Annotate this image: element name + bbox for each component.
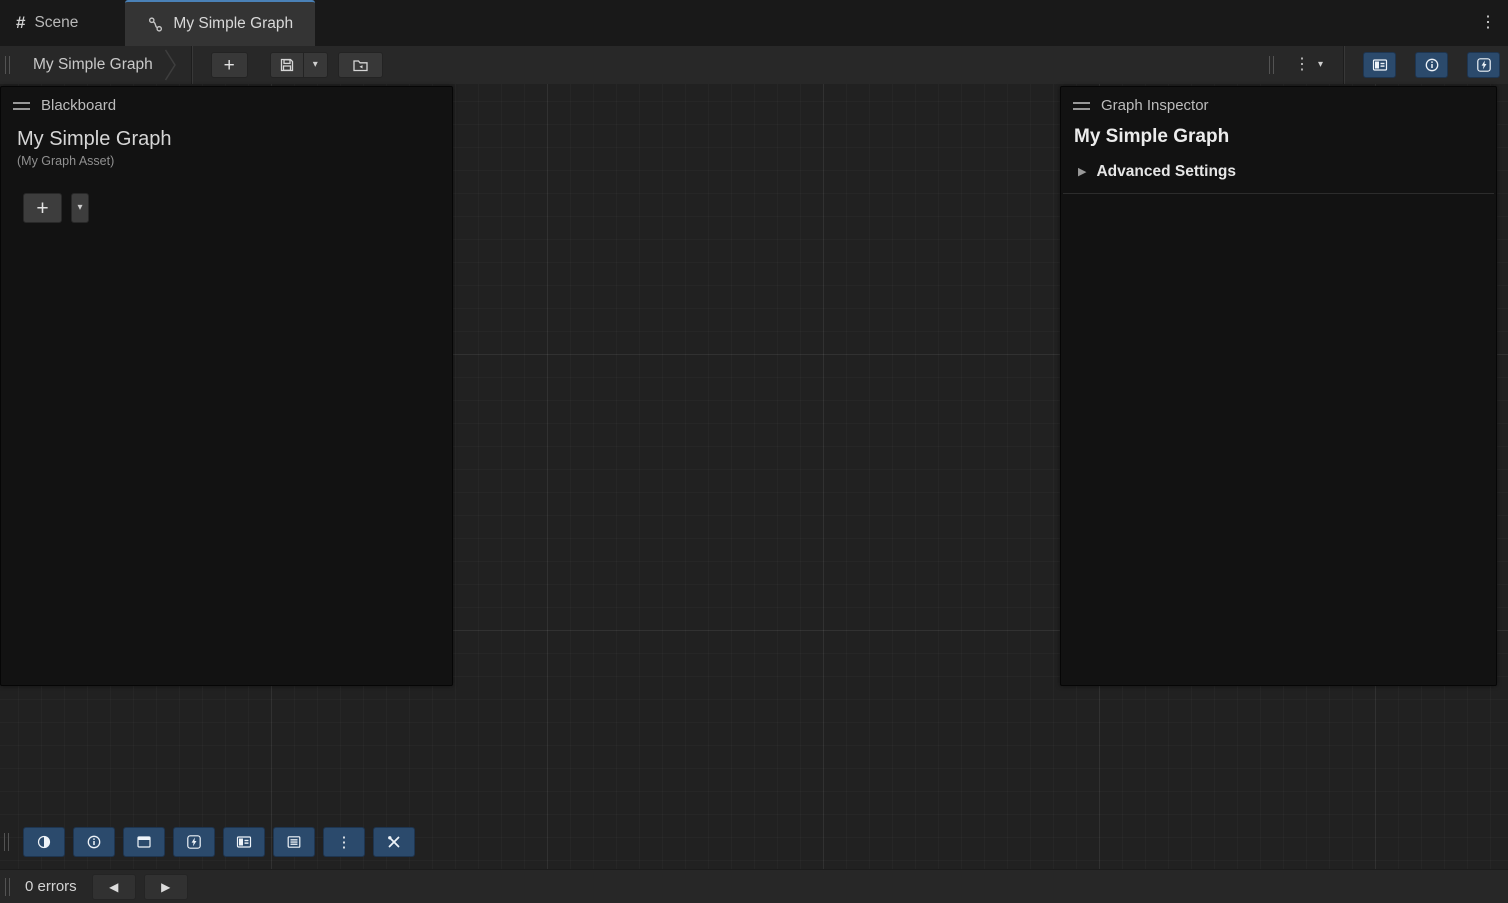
save-split-button: ▾ bbox=[270, 52, 328, 78]
tools-button[interactable] bbox=[373, 827, 415, 857]
list-view-toggle-button[interactable] bbox=[273, 827, 315, 857]
toolbar-right-drag-handle[interactable] bbox=[1269, 56, 1274, 74]
blackboard-header[interactable]: Blackboard bbox=[1, 87, 452, 118]
window-menu-button[interactable]: ⋮ bbox=[1468, 0, 1508, 46]
next-error-button[interactable]: ▶ bbox=[144, 874, 188, 900]
kebab-icon: ⋮ bbox=[337, 835, 352, 850]
previous-error-button[interactable]: ◀ bbox=[92, 874, 136, 900]
toolbar-separator bbox=[1343, 46, 1344, 84]
lightning-bolt-icon bbox=[186, 834, 202, 850]
arrow-right-icon: ▶ bbox=[161, 880, 170, 894]
tab-my-simple-graph[interactable]: My Simple Graph bbox=[125, 0, 315, 46]
graph-inspector-panel: Graph Inspector My Simple Graph ▶ Advanc… bbox=[1060, 86, 1497, 686]
bottom-toolbar-drag-handle[interactable] bbox=[4, 833, 9, 851]
inspector-toggle-button[interactable] bbox=[73, 827, 115, 857]
blackboard-add-row: + ▾ bbox=[23, 193, 452, 223]
crossed-tools-icon bbox=[386, 834, 402, 850]
list-lines-icon bbox=[286, 834, 302, 850]
tab-scene[interactable]: # Scene bbox=[0, 0, 102, 46]
tab-scene-label: Scene bbox=[34, 14, 78, 32]
tab-bar: # Scene My Simple Graph ⋮ bbox=[0, 0, 1508, 46]
save-options-button[interactable]: ▾ bbox=[303, 52, 328, 78]
panel-left-icon bbox=[236, 834, 252, 850]
caret-down-icon: ▾ bbox=[1318, 60, 1323, 70]
panel-left-icon bbox=[1372, 57, 1388, 73]
blackboard-toggle-button[interactable] bbox=[23, 827, 65, 857]
advanced-settings-label: Advanced Settings bbox=[1096, 163, 1236, 181]
sidebar-toggle-button[interactable] bbox=[223, 827, 265, 857]
save-icon bbox=[279, 57, 295, 73]
drag-handle-icon bbox=[1073, 102, 1090, 110]
tab-graph-label: My Simple Graph bbox=[173, 15, 293, 33]
graph-toolbar: My Simple Graph + ▾ bbox=[0, 46, 1508, 84]
caret-down-icon: ▾ bbox=[77, 203, 82, 213]
toolbar-separator bbox=[191, 46, 192, 84]
plus-icon: + bbox=[36, 198, 48, 219]
kebab-icon: ⋮ bbox=[1294, 57, 1310, 73]
folder-icon bbox=[352, 57, 369, 73]
kebab-icon: ⋮ bbox=[1480, 15, 1496, 31]
blackboard-header-label: Blackboard bbox=[41, 97, 116, 114]
window-panel-toggle-button[interactable] bbox=[123, 827, 165, 857]
blackboard-panel-toggle[interactable] bbox=[1363, 52, 1396, 78]
scene-hash-icon: # bbox=[16, 13, 25, 33]
inspector-graph-title: My Simple Graph bbox=[1074, 126, 1483, 148]
blackboard-graph-subtitle: (My Graph Asset) bbox=[17, 154, 436, 168]
info-circle-icon bbox=[1424, 57, 1440, 73]
plus-icon: + bbox=[224, 56, 235, 75]
graph-canvas[interactable]: Blackboard My Simple Graph (My Graph Ass… bbox=[0, 84, 1508, 869]
breadcrumb[interactable]: My Simple Graph bbox=[33, 46, 177, 84]
add-property-options-button[interactable]: ▾ bbox=[71, 193, 89, 223]
advanced-settings-foldout[interactable]: ▶ Advanced Settings bbox=[1063, 163, 1494, 194]
toolbar-options-dropdown[interactable]: ⋮ ▾ bbox=[1286, 52, 1331, 78]
error-count-label: 0 errors bbox=[25, 878, 77, 895]
preview-toggle-button[interactable] bbox=[173, 827, 215, 857]
info-circle-icon bbox=[86, 834, 102, 850]
foldout-arrow-icon: ▶ bbox=[1078, 167, 1086, 178]
toolbar-drag-handle[interactable] bbox=[5, 56, 10, 74]
blackboard-graph-title: My Simple Graph bbox=[17, 128, 436, 151]
half-circle-icon bbox=[36, 834, 52, 850]
arrow-left-icon: ◀ bbox=[109, 880, 118, 894]
inspector-header[interactable]: Graph Inspector bbox=[1061, 87, 1496, 118]
add-property-button[interactable]: + bbox=[23, 193, 62, 223]
more-options-button[interactable]: ⋮ bbox=[323, 827, 365, 857]
statusbar-drag-handle[interactable] bbox=[5, 878, 10, 896]
blackboard-panel: Blackboard My Simple Graph (My Graph Ass… bbox=[0, 86, 453, 686]
drag-handle-icon bbox=[13, 102, 30, 110]
status-bar: 0 errors ◀ ▶ bbox=[0, 869, 1508, 903]
window-panel-icon bbox=[136, 834, 152, 850]
show-asset-button[interactable] bbox=[338, 52, 383, 78]
lightning-bolt-icon bbox=[1476, 57, 1492, 73]
save-button[interactable] bbox=[270, 52, 304, 78]
inspector-panel-toggle[interactable] bbox=[1415, 52, 1448, 78]
toolbar-right-cluster: ⋮ ▾ bbox=[1269, 46, 1508, 84]
inspector-header-label: Graph Inspector bbox=[1101, 97, 1209, 114]
breadcrumb-chevron-icon bbox=[164, 48, 177, 82]
breadcrumb-label: My Simple Graph bbox=[33, 56, 153, 74]
graph-asset-icon bbox=[147, 16, 164, 33]
add-node-button[interactable]: + bbox=[211, 52, 248, 78]
caret-down-icon: ▾ bbox=[313, 60, 318, 70]
view-options-toolbar: ⋮ bbox=[4, 827, 415, 857]
preview-panel-toggle[interactable] bbox=[1467, 52, 1500, 78]
